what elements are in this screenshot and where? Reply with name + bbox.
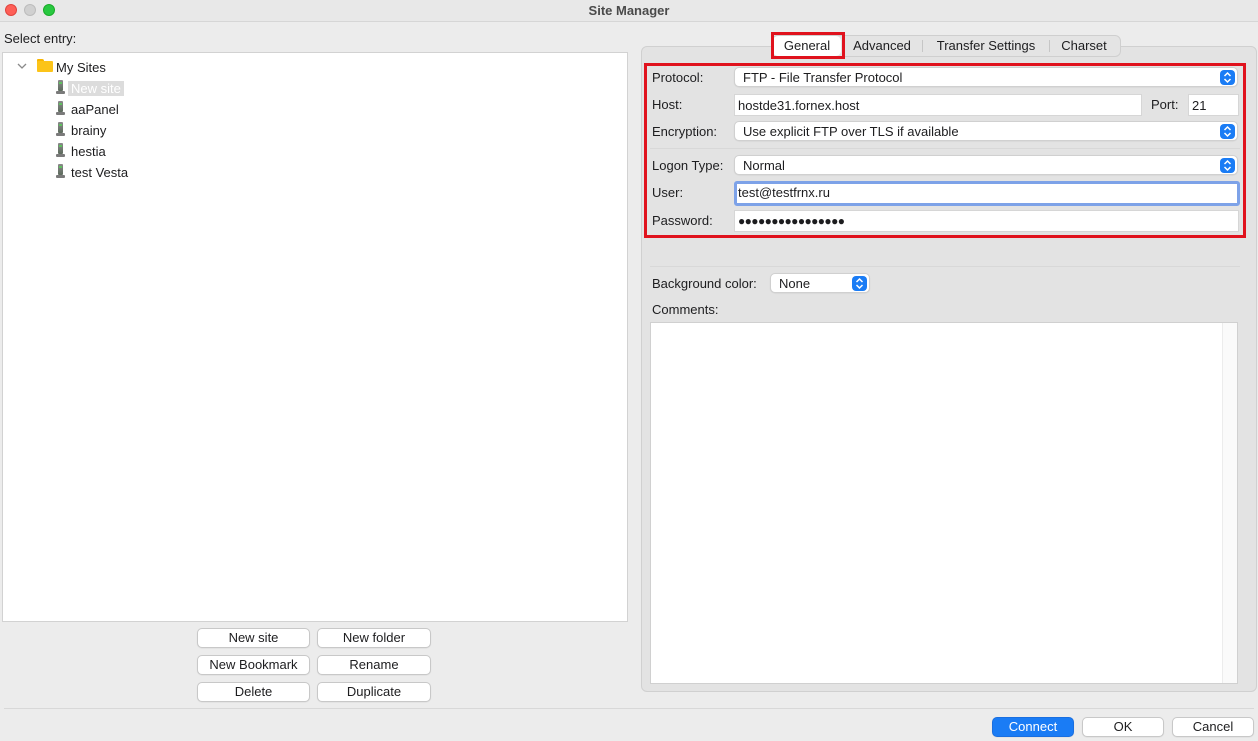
tree-item-brainy[interactable]: brainy [71,121,106,140]
tab-charset[interactable]: Charset [1051,36,1117,56]
footer-separator [4,708,1254,709]
server-icon [56,80,65,94]
background-color-label: Background color: [652,276,757,291]
server-icon [56,143,65,157]
tree-item-aapanel[interactable]: aaPanel [71,100,119,119]
tree-item-label: New site [68,81,124,96]
tab-transfer-settings[interactable]: Transfer Settings [924,36,1048,56]
tree-item-test-vesta[interactable]: test Vesta [71,163,128,182]
delete-button[interactable]: Delete [197,682,310,702]
tree-item-hestia[interactable]: hestia [71,142,106,161]
chevron-updown-icon [852,276,867,291]
server-icon [56,101,65,115]
new-folder-button[interactable]: New folder [317,628,431,648]
site-tree[interactable]: My Sites New site aaPanel brainy hestia … [2,52,628,622]
background-color-select[interactable]: None [770,273,870,293]
comments-label: Comments: [652,302,719,317]
tab-separator [922,40,923,52]
server-icon [56,122,65,136]
title-bar: Site Manager [0,0,1258,22]
tab-separator [1049,40,1050,52]
form-separator [650,266,1240,267]
tree-item-my-sites[interactable]: My Sites [56,58,106,77]
folder-icon [37,59,53,72]
ok-button[interactable]: OK [1082,717,1164,737]
new-bookmark-button[interactable]: New Bookmark [197,655,310,675]
tab-advanced[interactable]: Advanced [844,36,920,56]
general-tab-highlight [771,32,845,59]
connect-button[interactable]: Connect [992,717,1074,737]
tree-item-new-site[interactable]: New site [68,79,124,98]
new-site-button[interactable]: New site [197,628,310,648]
comments-scrollbar[interactable] [1222,323,1237,683]
chevron-down-icon[interactable] [17,62,27,70]
comments-textarea[interactable] [650,322,1238,684]
cancel-button[interactable]: Cancel [1172,717,1254,737]
duplicate-button[interactable]: Duplicate [317,682,431,702]
window-title: Site Manager [588,3,670,18]
server-icon [56,164,65,178]
background-color-value: None [779,276,811,291]
connection-fields-highlight [644,63,1246,238]
rename-button[interactable]: Rename [317,655,431,675]
select-entry-label: Select entry: [4,31,77,46]
